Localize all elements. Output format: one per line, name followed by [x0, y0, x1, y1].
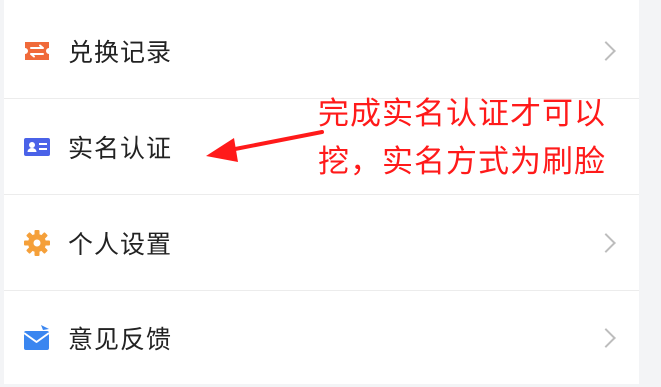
ticket-icon: [22, 36, 52, 66]
menu-item-personal-settings[interactable]: 个人设置: [4, 195, 639, 291]
menu-item-exchange-records[interactable]: 兑换记录: [4, 4, 639, 99]
annotation-text: 完成实名认证才可以 挖，实名方式为刷脸: [318, 90, 648, 186]
menu-item-label: 兑换记录: [68, 38, 173, 67]
chevron-right-icon: [596, 41, 616, 61]
menu-item-label: 意见反馈: [68, 324, 173, 354]
id-card-icon: [22, 132, 52, 162]
annotation-line-2: 挖，实名方式为刷脸: [318, 144, 606, 180]
envelope-icon: [22, 323, 52, 353]
chevron-right-icon: [596, 327, 616, 348]
menu-item-feedback[interactable]: 意见反馈: [4, 291, 639, 384]
screen: 兑换记录 实名认证 个人设置 意见反馈 完成实名认证才可以 挖，实名方式为刷脸: [0, 0, 661, 387]
annotation-line-1: 完成实名认证才可以: [318, 96, 606, 132]
gear-icon: [22, 228, 52, 258]
annotation-arrow: [200, 118, 330, 178]
menu-list: 兑换记录 实名认证 个人设置 意见反馈: [4, 0, 639, 384]
menu-item-label: 个人设置: [68, 229, 173, 259]
menu-item-label: 实名认证: [68, 133, 173, 163]
chevron-right-icon: [596, 232, 616, 253]
